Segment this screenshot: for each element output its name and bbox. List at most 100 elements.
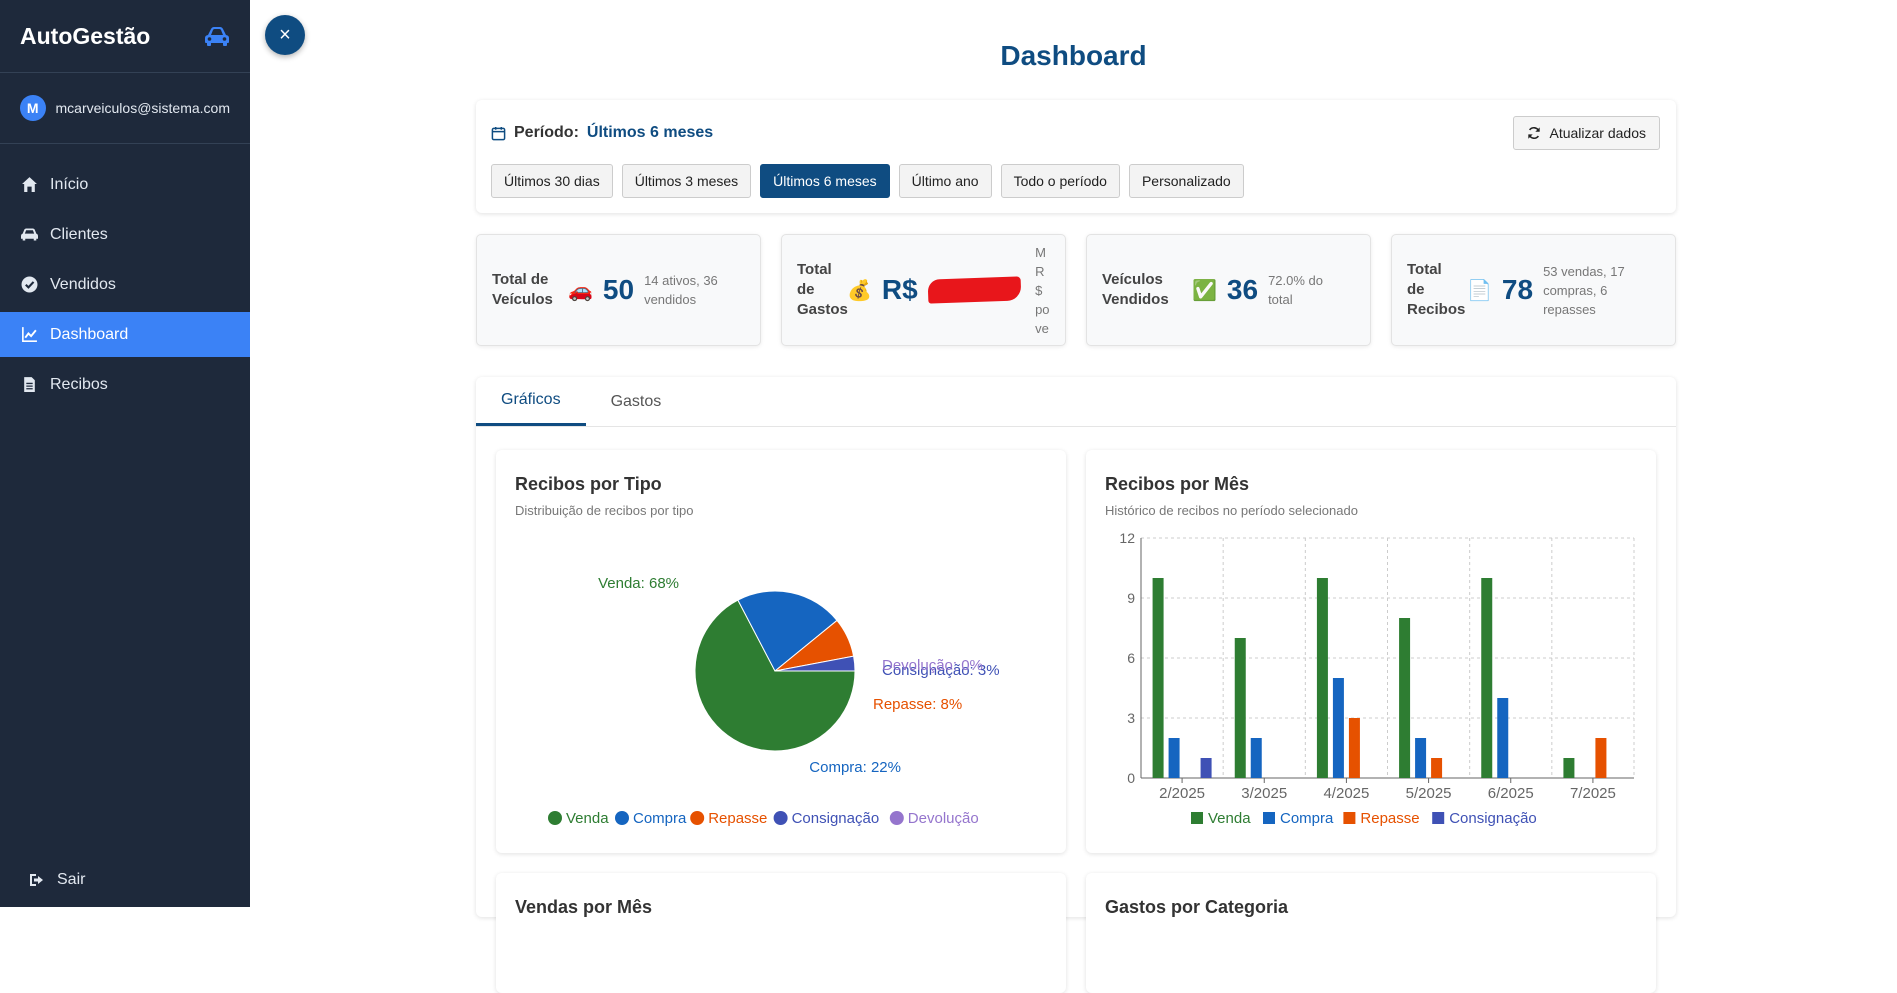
check-mark-icon: ✅	[1192, 279, 1217, 302]
home-icon	[22, 177, 37, 192]
stat-value: 78	[1501, 274, 1534, 305]
stat-card-receipts: Total de Recibos 📄 78 53 vendas, 17 comp…	[1391, 234, 1676, 346]
sign-out-icon	[30, 874, 43, 886]
sidebar-nav: Início Clientes Vendidos Dashboard Recib…	[0, 162, 250, 407]
tab-gastos[interactable]: Gastos	[586, 377, 687, 426]
legend-label: Compra	[1280, 810, 1334, 827]
page-title: Dashboard	[1000, 40, 1147, 71]
bar-venda	[1563, 758, 1575, 778]
stat-label: Total de Gastos	[797, 261, 848, 318]
legend-marker	[690, 811, 705, 825]
y-tick-label: 6	[1127, 650, 1135, 666]
stat-subtext: M R$ po ve	[1035, 244, 1050, 336]
bar-venda	[1152, 578, 1164, 778]
redaction-mark	[927, 276, 1022, 304]
stat-label: Total de Recibos	[1407, 261, 1466, 318]
bar-consignação	[1200, 758, 1212, 778]
period-option-custom[interactable]: Personalizado	[1128, 164, 1244, 198]
sidebar-item-label: Dashboard	[50, 325, 129, 343]
refresh-label: Atualizar dados	[1549, 125, 1646, 141]
avatar: M	[20, 95, 46, 121]
pie-slice-label: Repasse: 8%	[873, 696, 962, 713]
brand-header: AutoGestão	[0, 0, 250, 73]
x-tick-label: 7/2025	[1570, 785, 1616, 802]
legend-marker	[1343, 812, 1356, 824]
bar-repasse	[1595, 738, 1607, 778]
stat-card-sold: Veículos Vendidos ✅ 36 72.0% do total	[1086, 234, 1371, 346]
stat-value: 36	[1226, 274, 1259, 305]
legend-marker	[773, 811, 788, 825]
charts-tabs-card: Gráficos Gastos Recibos por Tipo Distrib…	[476, 377, 1676, 993]
logout-button[interactable]: Sair	[0, 871, 114, 889]
panel-title: Gastos por Categoria	[1105, 897, 1289, 917]
stat-card-expenses: Total de Gastos 💰 R$ M R$ po ve	[781, 234, 1066, 346]
legend-marker	[1263, 812, 1275, 824]
money-bag-icon: 💰	[847, 279, 872, 302]
sales-chart-panel: Vendas por Mês	[496, 873, 1066, 993]
bar-venda	[1399, 618, 1411, 778]
y-tick-label: 3	[1127, 710, 1135, 726]
bar-repasse	[1348, 718, 1360, 778]
bar-compra	[1332, 678, 1344, 778]
legend-marker	[1432, 812, 1445, 824]
bar-compra	[1415, 738, 1427, 778]
x-tick-label: 6/2025	[1488, 785, 1534, 802]
logout-label: Sair	[57, 871, 86, 888]
sidebar-item-label: Clientes	[50, 225, 108, 243]
sidebar-item-clientes[interactable]: Clientes	[0, 212, 250, 257]
tab-graficos[interactable]: Gráficos	[476, 377, 586, 426]
brand-title: AutoGestão	[20, 22, 151, 49]
period-option-1y[interactable]: Último ano	[898, 164, 992, 198]
x-tick-label: 2/2025	[1159, 785, 1205, 802]
car-icon	[21, 228, 38, 241]
period-option-6m[interactable]: Últimos 6 meses	[760, 164, 890, 198]
bar-compra	[1168, 738, 1180, 778]
pie-slice-label: Venda: 68%	[598, 575, 679, 592]
legend-marker	[1191, 812, 1203, 824]
stat-subtext: 72.0% do total	[1268, 273, 1323, 307]
period-option-3m[interactable]: Últimos 3 meses	[621, 164, 752, 198]
period-label: Período: Últimos 6 meses	[491, 124, 713, 142]
sidebar-item-dashboard[interactable]: Dashboard	[0, 312, 250, 357]
bar-chart-panel: Recibos por Mês Histórico de recibos no …	[1086, 450, 1656, 853]
y-tick-label: 12	[1119, 530, 1135, 546]
sidebar-item-vendidos[interactable]: Vendidos	[0, 262, 250, 307]
x-tick-label: 5/2025	[1406, 785, 1452, 802]
panel-title: Vendas por Mês	[515, 897, 653, 917]
bar-compra	[1497, 698, 1509, 778]
refresh-button[interactable]: Atualizar dados	[1513, 116, 1660, 150]
legend-label: Devolução	[908, 810, 979, 827]
legend-label: Repasse	[708, 810, 767, 827]
bar-venda	[1481, 578, 1493, 778]
period-option-all[interactable]: Todo o período	[1000, 164, 1120, 198]
stat-label: Total de Veículos	[492, 271, 553, 308]
x-tick-label: 3/2025	[1241, 785, 1287, 802]
period-filter-card: Período: Últimos 6 meses Atualizar dados…	[476, 100, 1676, 213]
legend-marker	[548, 811, 562, 825]
user-email: mcarveiculos@sistema.com	[55, 100, 230, 116]
calendar-icon	[491, 126, 506, 140]
refresh-icon	[1528, 127, 1541, 139]
stat-subtext: 53 vendas, 17 compras, 6 repasses	[1543, 263, 1625, 317]
sidebar-item-inicio[interactable]: Início	[0, 162, 250, 207]
pie-chart-panel: Recibos por Tipo Distribuição de recibos…	[496, 450, 1066, 853]
y-tick-label: 9	[1127, 590, 1135, 606]
stat-value: R$	[881, 274, 918, 305]
period-option-30d[interactable]: Últimos 30 dias	[491, 164, 613, 198]
period-options: Últimos 30 dias Últimos 3 meses Últimos …	[491, 164, 1244, 198]
legend-marker	[615, 811, 629, 825]
legend-label: Compra	[633, 810, 687, 827]
car-emoji-icon: 🚗	[568, 279, 593, 302]
period-value: Últimos 6 meses	[586, 124, 714, 141]
bar-chart: 0 3 6 9 12 2/2025 3/2025 4/2025 5/2025 6/2025 7/20…	[1119, 530, 1635, 827]
car-logo-icon	[205, 27, 229, 46]
legend-label: Consignação	[792, 810, 880, 827]
pie-chart: Venda: 68% Compra: 22% Repasse: 8% Consigna…	[548, 575, 1000, 827]
y-tick-label: 0	[1127, 770, 1135, 786]
bar-venda	[1316, 578, 1328, 778]
legend-label: Repasse	[1360, 810, 1419, 827]
legend-label: Venda	[1208, 810, 1251, 827]
tab-bar: Gráficos Gastos	[476, 377, 1676, 427]
sidebar-item-label: Vendidos	[50, 275, 116, 293]
sidebar-item-recibos[interactable]: Recibos	[0, 362, 250, 407]
